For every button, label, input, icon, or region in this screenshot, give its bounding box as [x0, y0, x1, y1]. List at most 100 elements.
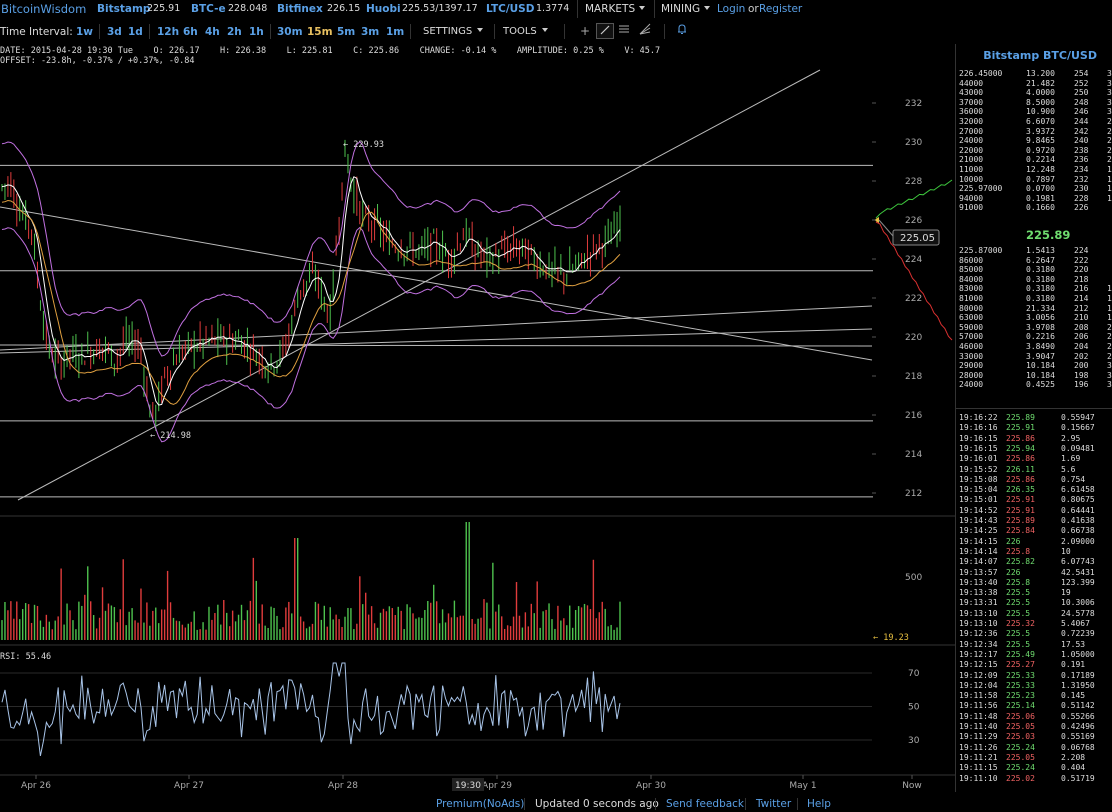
ask-row[interactable]: 37000 8.5000 248 3 [956, 98, 1112, 107]
bid-row[interactable]: 63000 3.0056 210 1 [956, 313, 1112, 322]
trade-price: 225.05 [1006, 752, 1035, 762]
x-tick-label: Apr 30 [636, 781, 666, 791]
ask-row[interactable]: 24000 9.8465 240 2 [956, 136, 1112, 145]
orderbook-cell: 224 [1074, 246, 1089, 255]
interval-1m[interactable]: 1m [386, 26, 404, 38]
ask-row[interactable]: 11000 12.248 234 1 [956, 165, 1112, 174]
interval-15m[interactable]: 15m [307, 26, 333, 38]
ask-row[interactable]: 32000 6.6070 244 2 [956, 117, 1112, 126]
trade-time: 19:11:10 [959, 773, 998, 783]
orderbook-cell: 27000 [959, 126, 984, 136]
line-tool-icon[interactable] [596, 23, 614, 39]
bid-row[interactable]: 81000 0.3180 214 1 [956, 294, 1112, 303]
ask-row[interactable]: 36000 10.900 246 3 [956, 107, 1112, 116]
bid-row[interactable]: 84000 0.3180 218 [956, 275, 1112, 284]
bid-row[interactable]: 57000 0.2216 206 2 [956, 332, 1112, 341]
bid-row[interactable]: 80000 21.334 212 1 [956, 304, 1112, 313]
orderbook-cell: 0.2216 [1026, 332, 1055, 342]
market-huobi[interactable]: Huobi [366, 3, 401, 15]
trade-time: 19:16:15 [959, 433, 998, 443]
interval-3d[interactable]: 3d [107, 26, 122, 38]
interval-30m[interactable]: 30m [277, 26, 303, 38]
divider [664, 24, 665, 39]
interval-1d[interactable]: 1d [128, 26, 143, 38]
trade-price: 226.11 [1006, 464, 1035, 474]
divider [745, 798, 746, 810]
bid-row[interactable]: 33000 3.9047 202 2 [956, 352, 1112, 361]
register-link[interactable]: Register [759, 3, 802, 15]
trend-lines[interactable] [0, 69, 873, 501]
ask-row[interactable]: 43000 4.0000 250 3 [956, 88, 1112, 97]
orderbook-cell: 244 [1074, 117, 1089, 126]
market-bitstamp[interactable]: Bitstamp [97, 3, 150, 15]
trade-time: 19:14:15 [959, 536, 998, 546]
trade-price: 225.89 [1006, 516, 1035, 525]
orderbook-cell: 24000 [959, 380, 984, 390]
market-btce[interactable]: BTC-e [191, 3, 226, 15]
price-tick-label: 212 [905, 489, 922, 499]
low-annotation: ← 214.98 [150, 431, 191, 441]
brand-logo[interactable]: BitcoinWisdom [1, 2, 86, 16]
ask-row[interactable]: 21000 0.2214 236 2 [956, 155, 1112, 164]
ask-row[interactable]: 27000 3.9372 242 2 [956, 127, 1112, 136]
feedback-link[interactable]: Send feedback [666, 798, 744, 810]
settings-menu[interactable]: SETTINGS [423, 26, 484, 37]
orderbook-cell: 3 [1107, 370, 1112, 380]
bid-row[interactable]: 24000 0.4525 196 3 [956, 380, 1112, 389]
trade-amount: 0.55947 [1061, 413, 1095, 422]
ask-row[interactable]: 22000 0.9720 238 2 [956, 146, 1112, 155]
trade-row: 19:16:01 225.86 1.69 [956, 454, 1112, 463]
ask-row[interactable]: 94000 0.1981 228 1 [956, 194, 1112, 203]
bid-row[interactable]: 83000 0.3180 216 1 [956, 284, 1112, 293]
orderbook-cell: 59000 [959, 322, 984, 332]
interval-1w[interactable]: 1w [76, 26, 93, 38]
interval-6h[interactable]: 6h [183, 26, 198, 38]
trade-amount: 0.41638 [1061, 516, 1095, 525]
interval-1h[interactable]: 1h [249, 26, 264, 38]
ask-row[interactable]: 226.45000 13.200 254 3 [956, 69, 1112, 78]
bid-row[interactable]: 46000 3.8490 204 2 [956, 342, 1112, 351]
trade-row: 19:16:22 225.89 0.55947 [956, 413, 1112, 422]
tools-menu[interactable]: TOOLS [503, 26, 548, 37]
orderbook-cell: 3.0056 [1026, 313, 1055, 323]
trade-row: 19:13:40 225.8 123.399 [956, 578, 1112, 587]
interval-3m[interactable]: 3m [361, 26, 379, 38]
login-link[interactable]: Login [717, 3, 745, 15]
bid-row[interactable]: 86000 6.2647 222 [956, 256, 1112, 265]
hline-tool-icon[interactable] [616, 23, 632, 39]
interval-4h[interactable]: 4h [205, 26, 220, 38]
twitter-link[interactable]: Twitter [756, 798, 791, 810]
interval-12h[interactable]: 12h [157, 26, 179, 38]
trade-time: 19:15:01 [959, 495, 998, 505]
trade-amount: 2.95 [1061, 433, 1081, 443]
bid-row[interactable]: 225.87000 1.5413 224 [956, 246, 1112, 255]
mining-menu[interactable]: MINING [661, 3, 711, 15]
help-link[interactable]: Help [807, 798, 831, 810]
ask-row[interactable]: 10000 0.7897 232 1 [956, 175, 1112, 184]
trade-amount: 0.72239 [1061, 629, 1095, 639]
markets-menu[interactable]: MARKETS [585, 3, 646, 15]
price-chart[interactable]: ← 229.93 ← 214.98 225.05 500 ← 19.23 RSI: 5… [0, 42, 955, 796]
market-bitfinex[interactable]: Bitfinex [277, 3, 323, 15]
fib-tool-icon[interactable] [637, 23, 653, 39]
orderbook-cell: 2 [1107, 126, 1112, 136]
ask-row[interactable]: 91000 0.1660 226 [956, 203, 1112, 212]
top-bar: BitcoinWisdom Bitstamp 225.91 BTC-e 228.… [0, 0, 1112, 18]
trade-row: 19:12:04 225.33 1.31950 [956, 681, 1112, 690]
bid-row[interactable]: 28000 10.184 198 3 [956, 371, 1112, 380]
bid-row[interactable]: 29000 10.184 200 3 [956, 361, 1112, 370]
market-ltcusd[interactable]: LTC/USD [486, 3, 534, 15]
trade-row: 19:12:34 225.5 17.53 [956, 640, 1112, 649]
trade-row: 19:16:15 225.94 0.09481 [956, 444, 1112, 453]
crosshair-icon[interactable]: + [577, 23, 593, 39]
ask-row[interactable]: 225.97000 0.0700 230 1 [956, 184, 1112, 193]
interval-5m[interactable]: 5m [337, 26, 355, 38]
rsi-line [1, 662, 621, 756]
premium-link[interactable]: Premium(NoAds) [436, 798, 524, 810]
ask-row[interactable]: 44000 21.482 252 3 [956, 79, 1112, 88]
bid-row[interactable]: 85000 0.3180 220 [956, 265, 1112, 274]
bell-icon[interactable] [674, 23, 690, 39]
trade-amount: 0.06768 [1061, 742, 1095, 752]
bid-row[interactable]: 59000 3.9708 208 2 [956, 323, 1112, 332]
interval-2h[interactable]: 2h [227, 26, 242, 38]
